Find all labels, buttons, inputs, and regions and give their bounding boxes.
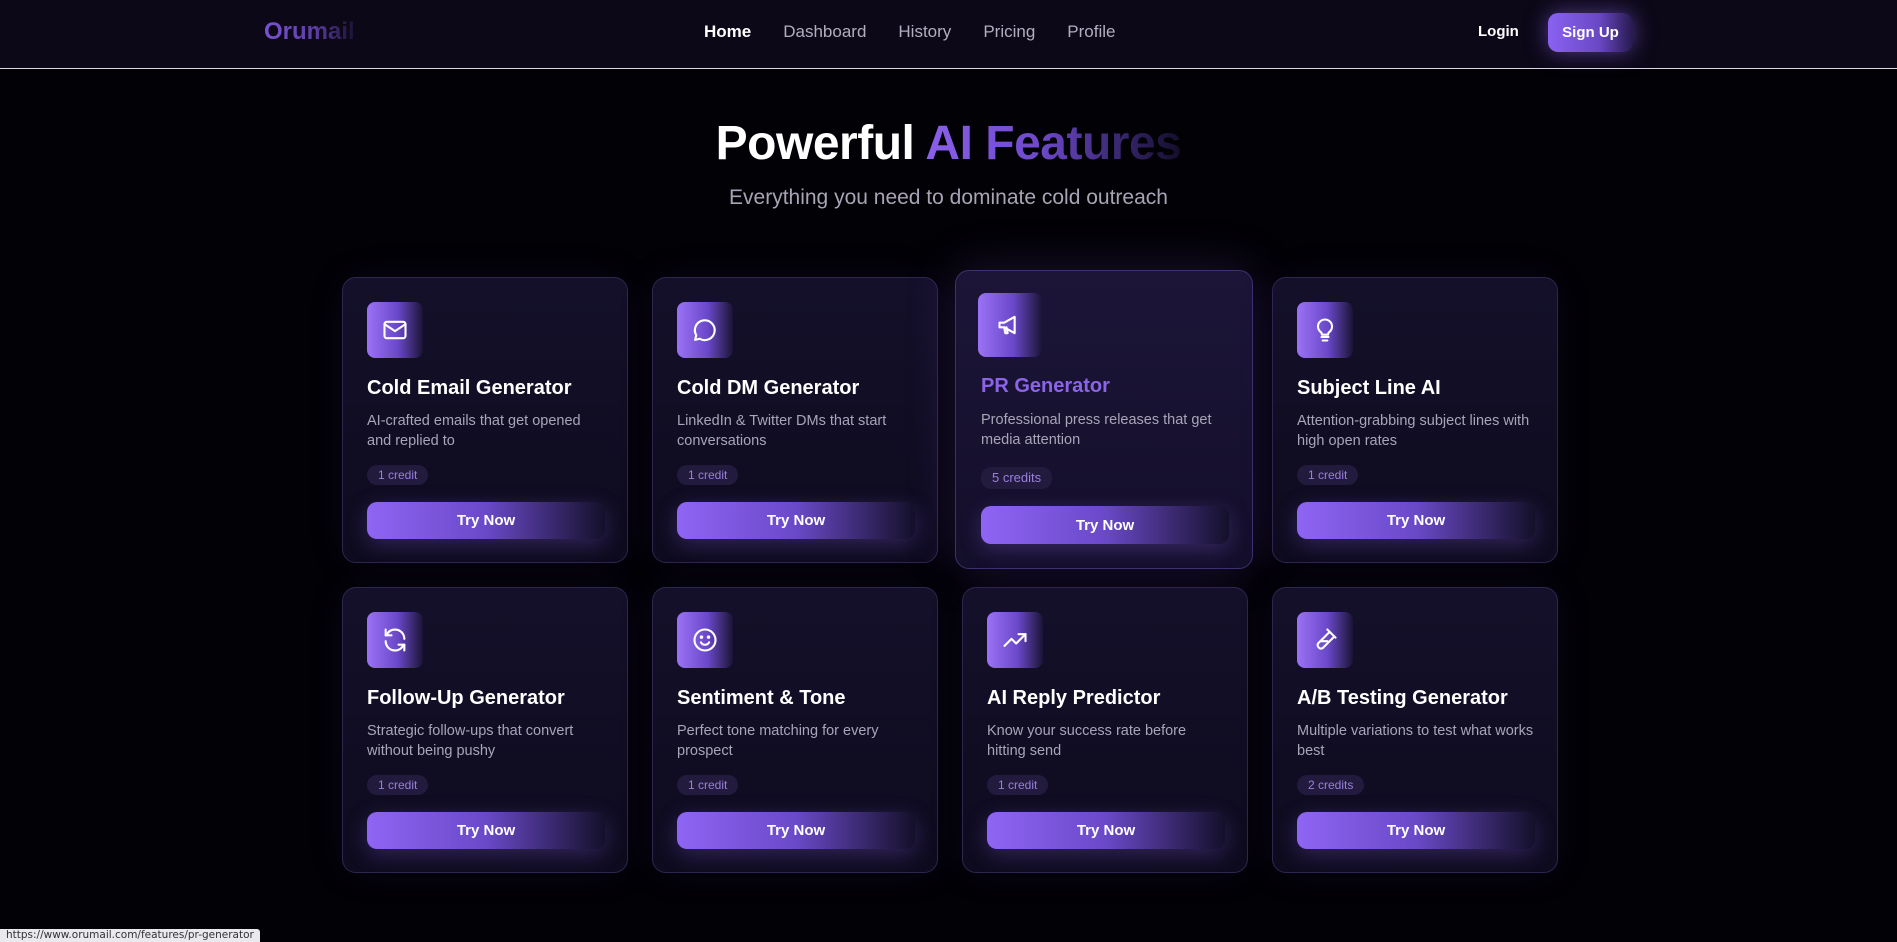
feature-card-reply-predictor[interactable]: AI Reply Predictor Know your success rat… bbox=[962, 587, 1248, 873]
credit-badge: 1 credit bbox=[677, 775, 739, 795]
feature-title: Subject Line AI bbox=[1297, 377, 1441, 399]
feature-card-follow-up[interactable]: Follow-Up Generator Strategic follow-ups… bbox=[342, 587, 628, 873]
page-title-white: Powerful bbox=[715, 117, 915, 170]
feature-description: Perfect tone matching for every prospect bbox=[677, 723, 879, 759]
credit-badge: 1 credit bbox=[1297, 465, 1359, 485]
feature-description: LinkedIn & Twitter DMs that start conver… bbox=[677, 413, 887, 449]
mail-icon bbox=[367, 302, 423, 358]
page-title: Powerful AI Features bbox=[0, 116, 1897, 171]
credit-badge: 1 credit bbox=[677, 465, 739, 485]
try-now-button[interactable]: Try Now bbox=[987, 812, 1225, 849]
try-now-button[interactable]: Try Now bbox=[367, 502, 605, 539]
nav-link-pricing[interactable]: Pricing bbox=[983, 22, 1035, 42]
feature-title: PR Generator bbox=[981, 375, 1110, 397]
feature-card-ab-testing[interactable]: A/B Testing Generator Multiple variation… bbox=[1272, 587, 1558, 873]
nav-link-profile[interactable]: Profile bbox=[1067, 22, 1115, 42]
try-now-button[interactable]: Try Now bbox=[677, 502, 915, 539]
top-navbar: Orumail Home Dashboard History Pricing P… bbox=[0, 0, 1897, 69]
feature-title: Follow-Up Generator bbox=[367, 687, 565, 709]
login-link[interactable]: Login bbox=[1478, 23, 1519, 40]
feature-description: Attention-grabbing subject lines with hi… bbox=[1297, 413, 1530, 449]
credit-badge: 5 credits bbox=[981, 467, 1053, 489]
feature-card-subject-line[interactable]: Subject Line AI Attention-grabbing subje… bbox=[1272, 277, 1558, 563]
try-now-button[interactable]: Try Now bbox=[1297, 502, 1535, 539]
feature-card-cold-dm[interactable]: Cold DM Generator LinkedIn & Twitter DMs… bbox=[652, 277, 938, 563]
trending-up-icon bbox=[987, 612, 1043, 668]
feature-description: AI-crafted emails that get opened and re… bbox=[367, 413, 581, 449]
try-now-button[interactable]: Try Now bbox=[1297, 812, 1535, 849]
feature-description: Strategic follow-ups that convert withou… bbox=[367, 723, 574, 759]
feature-card-sentiment[interactable]: Sentiment & Tone Perfect tone matching f… bbox=[652, 587, 938, 873]
nav-links: Home Dashboard History Pricing Profile bbox=[704, 22, 1115, 42]
credit-badge: 2 credits bbox=[1297, 775, 1365, 795]
feature-title: AI Reply Predictor bbox=[987, 687, 1161, 709]
refresh-icon bbox=[367, 612, 423, 668]
try-now-button[interactable]: Try Now bbox=[677, 812, 915, 849]
smiley-icon bbox=[677, 612, 733, 668]
feature-title: Sentiment & Tone bbox=[677, 687, 846, 709]
test-tube-icon bbox=[1297, 612, 1353, 668]
feature-title: A/B Testing Generator bbox=[1297, 687, 1508, 709]
nav-link-history[interactable]: History bbox=[898, 22, 951, 42]
nav-link-dashboard[interactable]: Dashboard bbox=[783, 22, 866, 42]
feature-description: Know your success rate before hitting se… bbox=[987, 723, 1187, 759]
try-now-button[interactable]: Try Now bbox=[981, 506, 1229, 544]
feature-card-cold-email[interactable]: Cold Email Generator AI-crafted emails t… bbox=[342, 277, 628, 563]
lightbulb-icon bbox=[1297, 302, 1353, 358]
credit-badge: 1 credit bbox=[367, 775, 429, 795]
try-now-button[interactable]: Try Now bbox=[367, 812, 605, 849]
chat-bubble-icon bbox=[677, 302, 733, 358]
credit-badge: 1 credit bbox=[987, 775, 1049, 795]
nav-link-home[interactable]: Home bbox=[704, 22, 751, 42]
page-subtitle: Everything you need to dominate cold out… bbox=[729, 186, 1168, 209]
logo[interactable]: Orumail bbox=[264, 18, 355, 46]
feature-description: Professional press releases that get med… bbox=[981, 412, 1212, 448]
page-title-gradient: AI Features bbox=[925, 117, 1182, 170]
credit-badge: 1 credit bbox=[367, 465, 429, 485]
feature-description: Multiple variations to test what works b… bbox=[1297, 723, 1534, 759]
signup-button[interactable]: Sign Up bbox=[1548, 13, 1633, 52]
feature-card-pr-generator[interactable]: PR Generator Professional press releases… bbox=[955, 270, 1253, 569]
feature-title: Cold Email Generator bbox=[367, 377, 572, 399]
megaphone-icon bbox=[978, 293, 1042, 357]
feature-title: Cold DM Generator bbox=[677, 377, 860, 399]
status-bar-url: https://www.orumail.com/features/pr-gene… bbox=[0, 929, 260, 942]
